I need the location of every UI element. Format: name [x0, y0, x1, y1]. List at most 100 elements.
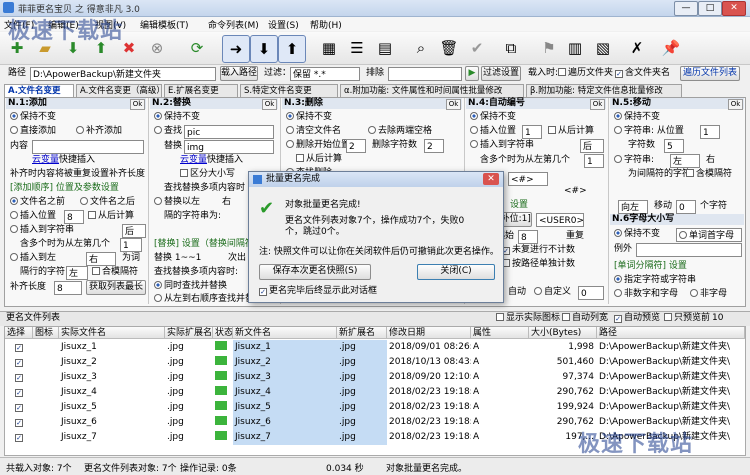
section-replace-ok[interactable]: Ok — [262, 99, 277, 110]
fill-select[interactable]: <USER0> — [536, 213, 584, 227]
simultaneous-radio[interactable]: 同时查找并替换 — [154, 281, 227, 292]
check-icon[interactable]: ✔ — [464, 35, 490, 61]
maximize-button[interactable]: □ — [698, 1, 722, 16]
sheet-icon[interactable]: ▥ — [562, 35, 588, 61]
arrow-up-icon[interactable]: ⬆ — [278, 35, 306, 63]
move-pos-radio[interactable]: 字符串: 从位置 — [614, 126, 684, 137]
delete-start-input[interactable]: 2 — [346, 139, 366, 153]
tab-extension[interactable]: E.扩展名变更 — [164, 84, 238, 97]
col-date[interactable]: 修改日期 — [387, 327, 471, 339]
col-real-name[interactable]: 实际文件名 — [59, 327, 165, 339]
pad-len-input[interactable]: 8 — [54, 281, 82, 295]
after-select[interactable]: 后 — [122, 224, 146, 238]
keep-left-radio[interactable]: 替换以左 — [154, 197, 200, 208]
section-move-ok[interactable]: Ok — [728, 99, 743, 110]
contain-input[interactable]: 1 — [120, 238, 142, 252]
split-char-radio[interactable]: 指定字符或字符串 — [614, 275, 696, 286]
table-icon[interactable]: ▤ — [372, 35, 398, 61]
add-keep-radio[interactable]: 保持不变 — [10, 112, 56, 123]
number-insert-to-radio[interactable]: 插入到字符串 — [470, 140, 534, 151]
case-checkbox[interactable]: 区分大小写 — [180, 169, 235, 180]
row-checkbox[interactable] — [5, 355, 33, 370]
menu-template[interactable]: 编辑模板(T) — [140, 18, 189, 31]
move-count-input[interactable]: 5 — [664, 139, 684, 153]
menu-settings[interactable]: 设置(S) — [268, 18, 299, 31]
table-row[interactable]: Jisuxz_1.jpgJisuxz_1.jpg2018/09/01 08:26… — [5, 340, 745, 355]
clear-icon[interactable]: ⊗ — [144, 35, 170, 61]
col-icon[interactable]: 图标 — [33, 327, 59, 339]
get-longest-button[interactable]: 获取列表最长 — [86, 280, 146, 295]
move-amount-input[interactable]: 0 — [676, 200, 696, 214]
close-button[interactable]: ✕ — [722, 1, 746, 16]
case-select[interactable]: 单词首字母 — [676, 228, 742, 242]
section-numbering-ok[interactable]: Ok — [590, 99, 605, 110]
exclude-input[interactable] — [388, 67, 462, 81]
pin-icon[interactable]: 📌 — [658, 35, 684, 61]
sep-select[interactable]: 左 — [66, 266, 88, 280]
exception-input[interactable] — [636, 243, 742, 257]
trim-radio[interactable]: 去除两端空格 — [368, 126, 432, 137]
skip-checkbox[interactable]: 未复进行不计数 — [502, 245, 575, 256]
show-icon-checkbox[interactable]: 显示实际图标 — [496, 313, 560, 324]
tools-icon[interactable]: ✗ — [624, 35, 650, 61]
number-pattern-input[interactable]: <#> — [508, 172, 548, 186]
col-attr[interactable]: 属性 — [471, 327, 529, 339]
minimize-button[interactable]: — — [674, 1, 698, 16]
insert-pos-radio[interactable]: 插入位置 — [10, 211, 56, 222]
add-pad-radio[interactable]: 补齐添加 — [76, 126, 122, 137]
dialog-close-icon[interactable]: ✕ — [483, 173, 499, 185]
table-row[interactable]: Jisuxz_3.jpgJisuxz_3.jpg2018/09/20 12:10… — [5, 370, 745, 385]
col-size[interactable]: 大小(Bytes) — [529, 327, 597, 339]
tab-filename[interactable]: A.文件名变更 — [4, 84, 74, 97]
filter-keep-input[interactable]: 保留 *.* — [290, 67, 360, 81]
clear-name-radio[interactable]: 清空文件名 — [286, 126, 341, 137]
replace-var-link[interactable]: 云变量快捷插入 — [180, 155, 243, 166]
find-radio[interactable]: 查找 — [154, 126, 182, 137]
number-after-select[interactable]: 后 — [580, 139, 604, 153]
row-checkbox[interactable] — [5, 430, 33, 445]
traverse-list-button[interactable]: 遍历文件列表 — [680, 66, 740, 81]
only-preview-checkbox[interactable]: 只预览前 — [664, 313, 710, 324]
row-checkbox[interactable] — [5, 385, 33, 400]
per-path-checkbox[interactable]: 按路径单独计数 — [502, 259, 575, 270]
number-keep-radio[interactable]: 保持不变 — [470, 112, 516, 123]
right-select[interactable]: 右 — [86, 252, 116, 266]
col-real-ext[interactable]: 实际扩展名 — [165, 327, 213, 339]
include-folder-checkbox[interactable]: 含文件夹名 — [615, 68, 670, 79]
arrow-down-icon[interactable]: ⬇ — [250, 35, 278, 63]
auto-preview-checkbox[interactable]: 自动预览 — [614, 313, 660, 324]
filter-settings-button[interactable]: 过滤设置 — [481, 66, 521, 81]
delete-start-radio[interactable]: 删除开始位置 — [286, 140, 350, 151]
move-string-radio[interactable]: 字符串: — [614, 155, 654, 166]
replace-keep-radio[interactable]: 保持不变 — [154, 112, 200, 123]
col-new-ext[interactable]: 新扩展名 — [337, 327, 387, 339]
play-icon[interactable]: ▶ — [465, 66, 479, 81]
before-name-radio[interactable]: 文件名之前 — [10, 197, 65, 208]
list-icon[interactable]: ☰ — [344, 35, 370, 61]
row-checkbox[interactable] — [5, 370, 33, 385]
direction-select[interactable]: 向左 — [618, 200, 648, 214]
add-direct-radio[interactable]: 直接添加 — [10, 126, 56, 137]
find-input[interactable]: pic — [184, 125, 274, 139]
insert-to-radio[interactable]: 插入到字符串 — [10, 225, 74, 236]
section-add-ok[interactable]: Ok — [130, 99, 145, 110]
dialog-close-button[interactable]: 关闭(C) — [417, 264, 495, 280]
fill-checkbox[interactable]: 合模隔符 — [92, 267, 138, 278]
search-icon[interactable]: ⌕ — [408, 35, 434, 61]
always-show-checkbox[interactable]: 更名完毕后终显示此对话框 — [259, 286, 377, 297]
col-select[interactable]: 选择 — [5, 327, 33, 339]
refresh-icon[interactable]: ⟳ — [184, 35, 210, 61]
delete-count-input[interactable]: 2 — [424, 139, 444, 153]
move-left-select[interactable]: 左 — [670, 154, 700, 168]
number-pos-input[interactable]: 1 — [522, 125, 542, 139]
row-checkbox[interactable] — [5, 400, 33, 415]
sequential-radio[interactable]: 从左到右顺序查找并替 — [154, 294, 254, 305]
path-input[interactable]: D:\ApowerBackup\新建文件夹 — [30, 67, 216, 81]
arrow-right-icon[interactable]: ➜ — [222, 35, 250, 63]
split-nonalpha-radio[interactable]: 非字母 — [690, 289, 727, 300]
col-new-name[interactable]: 新文件名 — [233, 327, 337, 339]
number-pos-radio[interactable]: 插入位置 — [470, 126, 516, 137]
insert-to2-radio[interactable]: 插入到左 — [10, 253, 56, 264]
from-right-checkbox[interactable]: 从后计算 — [88, 211, 134, 222]
row-checkbox[interactable] — [5, 415, 33, 430]
